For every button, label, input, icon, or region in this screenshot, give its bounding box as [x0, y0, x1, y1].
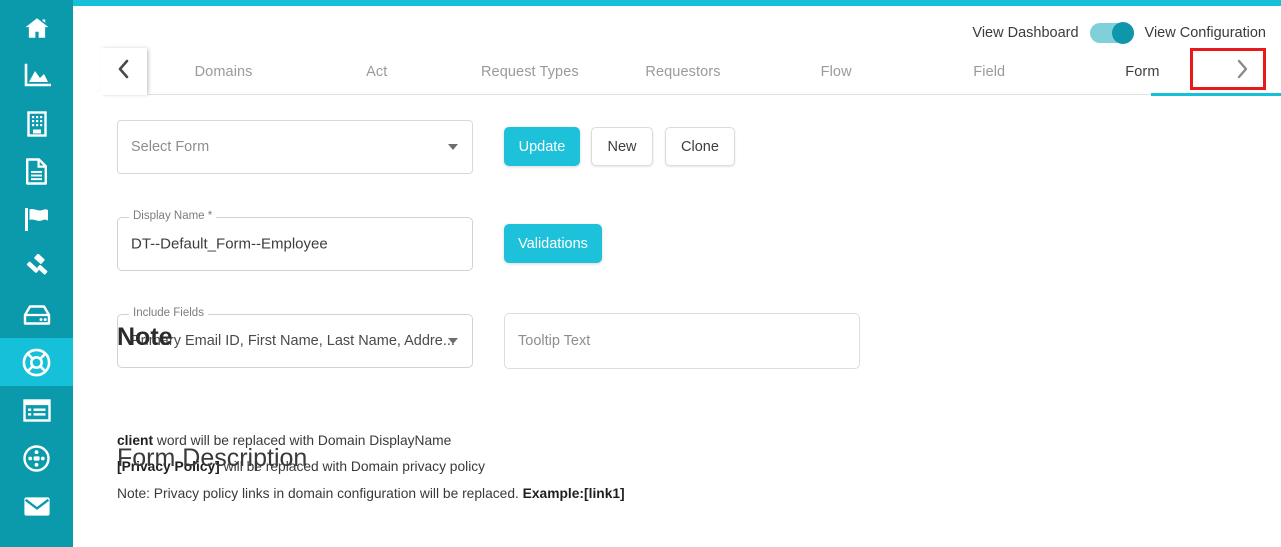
flag-icon — [23, 206, 50, 232]
view-mode-switch[interactable] — [1089, 22, 1134, 44]
update-button[interactable]: Update — [504, 127, 580, 166]
sidebar-item-settings-circle[interactable] — [0, 434, 73, 482]
chevron-left-icon — [117, 59, 130, 84]
include-fields-value: Primary Email ID, First Name, Last Name,… — [131, 333, 455, 349]
switch-knob — [1111, 22, 1134, 44]
sidebar-item-archive[interactable] — [0, 291, 73, 339]
chevron-down-icon — [448, 144, 458, 150]
tab-flow[interactable]: Flow — [760, 48, 913, 95]
active-tab-indicator — [1151, 93, 1281, 96]
sidebar-item-legal[interactable] — [0, 243, 73, 291]
include-fields-label: Include Fields — [129, 307, 208, 319]
app-root: View Dashboard View Configuration Domain… — [0, 0, 1281, 547]
display-name-label: Display Name * — [129, 210, 217, 222]
tab-form[interactable]: Form — [1066, 48, 1219, 95]
tab-list: Domains Act Request Types Requestors Flo… — [147, 48, 1219, 95]
sidebar-item-home[interactable] — [0, 4, 73, 52]
note-line-3: Note: Privacy policy links in domain con… — [117, 486, 625, 501]
sidebar-item-support[interactable] — [0, 338, 73, 386]
sidebar-item-building[interactable] — [0, 100, 73, 148]
tooltip-text-placeholder: Tooltip Text — [518, 333, 591, 349]
view-configuration-label: View Configuration — [1144, 25, 1266, 41]
list-window-icon — [22, 398, 51, 422]
building-icon — [25, 111, 49, 137]
gavel-icon — [23, 253, 50, 281]
tab-bar: Domains Act Request Types Requestors Flo… — [100, 48, 1281, 96]
sidebar-item-documents[interactable] — [0, 147, 73, 195]
tab-bar-divider — [147, 94, 1266, 95]
sidebar-item-more[interactable] — [0, 530, 73, 547]
archive-icon — [23, 304, 51, 326]
circle-dots-icon — [23, 444, 50, 472]
select-form-value: Select Form — [131, 139, 210, 155]
view-mode-toggle-group[interactable]: View Dashboard View Configuration — [972, 22, 1266, 44]
main-content: View Dashboard View Configuration Domain… — [73, 6, 1281, 547]
view-dashboard-label: View Dashboard — [972, 25, 1079, 41]
sidebar-item-flag[interactable] — [0, 195, 73, 243]
sidebar-item-list[interactable] — [0, 386, 73, 434]
validations-button[interactable]: Validations — [504, 224, 602, 263]
tab-requestors[interactable]: Requestors — [606, 48, 759, 95]
chart-area-icon — [23, 63, 51, 89]
document-icon — [25, 157, 48, 185]
chevron-right-icon — [1236, 59, 1249, 84]
form-description-heading: Form Description — [117, 444, 308, 472]
tabs-scroll-right-button[interactable] — [1219, 48, 1266, 95]
tab-act[interactable]: Act — [300, 48, 453, 95]
note-heading: Note — [117, 323, 173, 351]
new-button[interactable]: New — [591, 127, 653, 166]
select-form-dropdown[interactable]: Select Form — [117, 120, 473, 174]
display-name-value: DT--Default_Form--Employee — [131, 235, 328, 253]
sidebar-item-analytics[interactable] — [0, 52, 73, 100]
note-line-3-bold: Example:[link1] — [522, 486, 625, 501]
sidebar — [0, 0, 73, 547]
sidebar-item-mail[interactable] — [0, 482, 73, 530]
display-name-field[interactable]: Display Name * DT--Default_Form--Employe… — [117, 210, 473, 271]
tabs-scroll-left-button[interactable] — [100, 48, 147, 95]
envelope-icon — [23, 496, 51, 517]
tab-request-types[interactable]: Request Types — [453, 48, 606, 95]
tab-field[interactable]: Field — [913, 48, 1066, 95]
tab-domains[interactable]: Domains — [147, 48, 300, 95]
chevron-down-icon — [448, 338, 458, 344]
clone-button[interactable]: Clone — [665, 127, 735, 166]
tooltip-text-input[interactable]: Tooltip Text — [504, 313, 860, 369]
lifebuoy-icon — [22, 348, 51, 377]
home-icon — [24, 15, 50, 41]
note-line-3-text: Note: Privacy policy links in domain con… — [117, 486, 523, 501]
